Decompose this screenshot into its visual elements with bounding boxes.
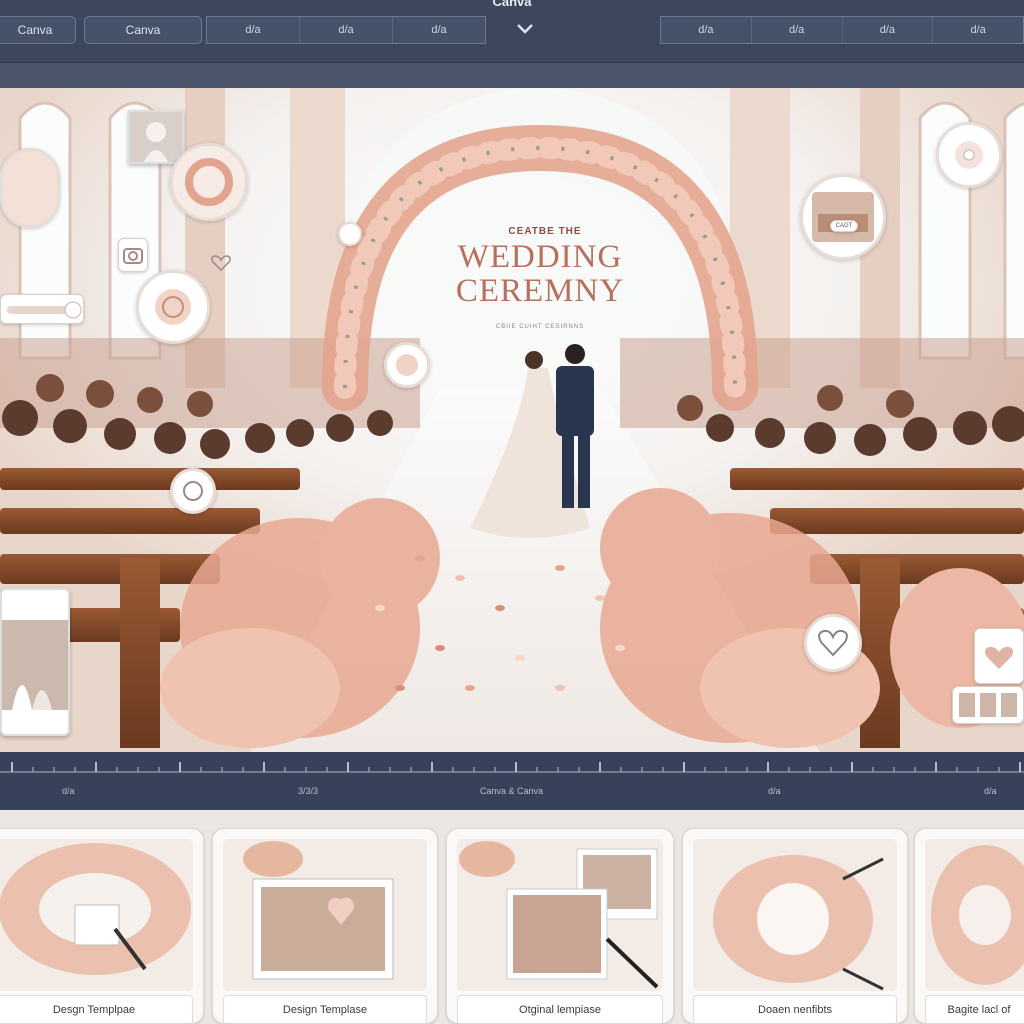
template-card[interactable]: Design Templase [212,828,438,1024]
photo-icon [812,192,874,242]
rose-petal [455,575,465,581]
rose-petal [375,605,385,611]
hero-subtitle[interactable]: CEATBE THE [445,226,645,237]
template-card[interactable]: Doaen nenfibts [682,828,908,1024]
heart-icon [984,646,1014,669]
photo-strip-card[interactable] [952,686,1024,724]
photo-frame-card[interactable] [0,588,70,736]
hero-title[interactable]: WEDDING CEREMNY [420,240,660,308]
toolbar-segment-left: d/a d/a d/a [206,16,486,44]
hero-title-line-1: WEDDING [457,239,623,275]
rose-petal [435,645,445,651]
wreath-icon [185,158,233,206]
heart-sticker-card[interactable] [974,628,1024,684]
template-label: Otginal lempiase [457,995,663,1023]
bride-photo-icon [130,112,182,162]
ring-badge[interactable] [936,122,1002,188]
canva-menu-button[interactable]: Canva [0,16,76,44]
app-title: Canva [492,0,532,9]
badge-caption: CAGT [830,220,858,232]
timeline-label: d/a [768,786,781,796]
ring-icon [955,141,983,169]
design-canvas[interactable]: CEATBE THE WEDDING CEREMNY CBIIE CUIHT C… [0,88,1024,752]
toolbar-segment-item[interactable]: d/a [752,17,843,43]
toolbar-segment-item[interactable]: d/a [207,17,300,43]
template-card[interactable]: Desgn Templpae [0,828,204,1024]
rose-petal [515,655,525,661]
heart-icon[interactable] [210,254,232,272]
rose-petal [615,645,625,651]
canva-home-button[interactable]: Canva [84,16,202,44]
template-thumbnail [925,839,1024,991]
rose-petal [595,595,605,601]
photo-frame-card[interactable] [128,110,184,164]
toolbar-segment-item[interactable]: d/a [843,17,934,43]
toolbar-segment-item[interactable]: d/a [300,17,393,43]
timeline-label: d/a [984,786,997,796]
ring-icon [155,289,191,325]
rose-petal [465,685,475,691]
template-thumbnail [457,839,663,991]
template-thumbnail [223,839,427,991]
rose-petal [395,685,405,691]
guests-photo-icon [2,620,68,710]
rose-petal [495,605,505,611]
hero-tagline: CBIIE CUIHT CESIRNNS [495,324,585,330]
toolbar-segment-right: d/a d/a d/a d/a [660,16,1024,44]
template-thumbnail [0,839,193,991]
timeline-bar[interactable]: d/a 3/3/3 Canva & Canva d/a d/a [0,752,1024,810]
ring-badge[interactable] [136,270,210,344]
toolbar-segment-item[interactable]: d/a [661,17,752,43]
template-card[interactable]: Bagite lacl of [914,828,1024,1024]
toggle-slider[interactable] [0,294,84,324]
template-label: Doaen nenfibts [693,995,897,1023]
template-label: Bagite lacl of [925,995,1024,1023]
template-tray: Desgn Templpae Design Templase Otginal l… [0,810,1024,1024]
template-card[interactable]: Otginal lempiase [446,828,674,1024]
rose-petal [555,565,565,571]
timeline-label: 3/3/3 [298,786,319,796]
timeline-label: d/a [62,786,75,796]
flower-badge[interactable] [384,342,430,388]
floral-wreath-badge[interactable] [170,143,248,221]
toolbar-segment-item[interactable]: d/a [933,17,1023,43]
hero-title-line-2: CEREMNY [455,273,625,309]
timeline-label: Canva & Canva [480,786,544,796]
photo-strip-icon [959,693,1017,717]
top-toolbar: Canva Canva Canva d/a d/a d/a d/a d/a d/… [0,0,1024,62]
music-badge[interactable] [170,468,216,514]
floral-wreath-badge[interactable] [0,148,60,228]
camera-icon[interactable] [118,238,148,272]
heart-icon [818,629,848,657]
template-label: Design Templase [223,995,427,1023]
flower-icon [396,354,418,376]
template-label: Desgn Templpae [0,995,193,1023]
toolbar-divider [0,62,1024,88]
add-element-button[interactable] [338,222,362,246]
toolbar-segment-item[interactable]: d/a [393,17,485,43]
template-thumbnail [693,839,897,991]
heart-badge[interactable] [804,614,862,672]
rose-petal [555,685,565,691]
rose-petal [415,555,425,561]
chevron-down-icon[interactable] [514,18,536,40]
timeline-ruler[interactable] [0,752,1024,782]
photo-badge[interactable] [800,174,886,260]
music-icon [183,481,203,501]
